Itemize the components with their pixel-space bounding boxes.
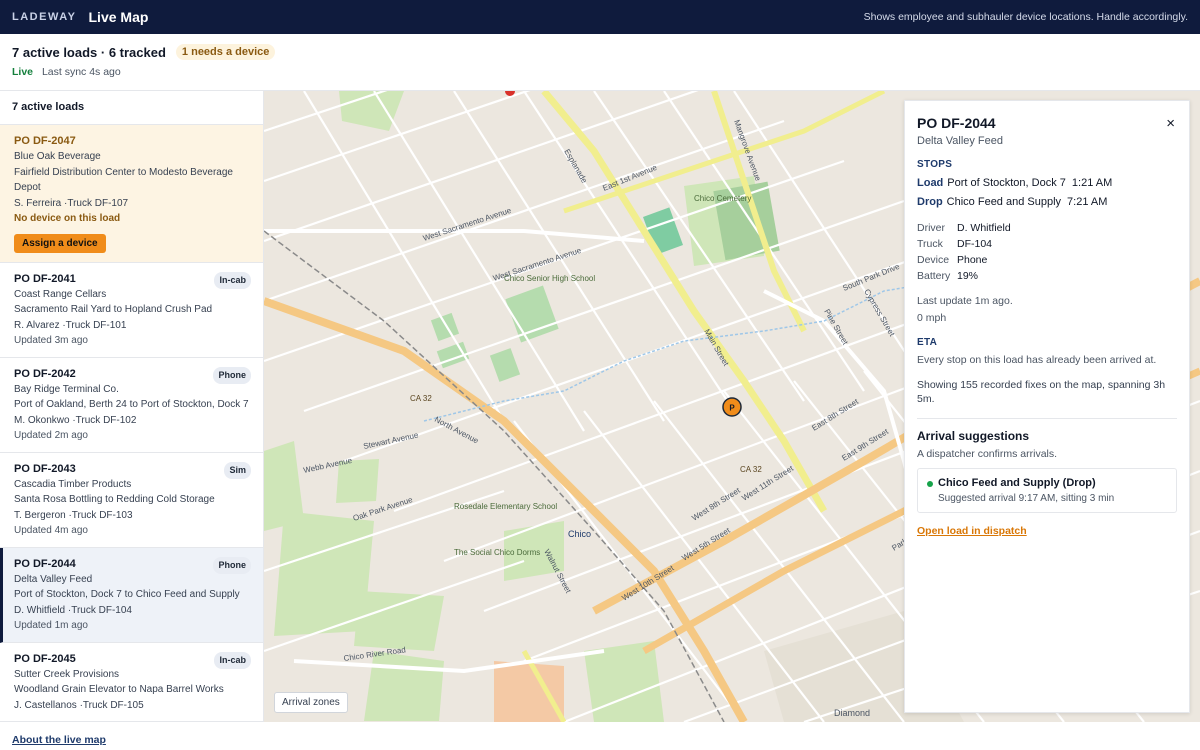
load-po: PO DF-2043 <box>14 462 76 475</box>
loads-summary: 7 active loads · 6 tracked <box>12 44 166 60</box>
load-updated: Updated 2m ago <box>14 430 88 441</box>
fixes-text: Showing 155 recorded fixes on the map, s… <box>917 379 1166 405</box>
suggestion-detail: Suggested arrival 9:17 AM, sitting 3 min <box>938 493 1115 504</box>
driver-value: D. Whitfield <box>957 222 1011 234</box>
stop-kind: Load <box>917 177 944 189</box>
load-crew: S. Ferreira ·Truck DF-107 <box>14 197 129 209</box>
app-title: Live Map <box>88 9 149 25</box>
load-card-df-2047[interactable]: PO DF-2047 Blue Oak Beverage Fairfield D… <box>0 125 263 263</box>
detail-po: PO DF-2044 <box>917 115 996 131</box>
battery-value: 19% <box>957 270 979 282</box>
label-ca32-east: CA 32 <box>740 465 762 474</box>
load-customer: Cascadia Timber Products <box>14 478 132 490</box>
device-tag: Phone <box>213 556 251 574</box>
stop-place: Port of Stockton, Dock 7 <box>947 177 1066 189</box>
stop-load: Load Port of Stockton, Dock 7 1:21 AM <box>917 177 1177 189</box>
live-indicator: Live <box>12 66 34 78</box>
open-load-link[interactable]: Open load in dispatch <box>917 525 1027 537</box>
stop-kind: Drop <box>917 196 943 208</box>
assign-device-button[interactable]: Assign a device <box>14 233 106 253</box>
load-route: Port of Stockton, Dock 7 to Chico Feed a… <box>14 589 240 600</box>
last-sync: Last sync 4s ago <box>41 66 121 78</box>
last-update-text: Last update 1m ago. <box>917 295 1013 307</box>
load-po: PO DF-2047 <box>14 135 76 147</box>
no-device-warning: No device on this load <box>14 213 121 224</box>
load-crew: M. Okonkwo ·Truck DF-102 <box>14 414 137 426</box>
arrival-suggestion[interactable]: Chico Feed and Supply (Drop) Suggested a… <box>917 468 1177 513</box>
load-card-df-2041[interactable]: In-cab PO DF-2041 Coast Range Cellars Sa… <box>0 263 263 358</box>
device-tag: In-cab <box>214 651 251 669</box>
arrival-zones-button[interactable]: Arrival zones <box>274 692 348 713</box>
load-customer: Coast Range Cellars <box>14 288 107 300</box>
divider <box>917 418 1177 419</box>
load-card-df-2045[interactable]: In-cab PO DF-2045 Sutter Creek Provision… <box>0 643 263 722</box>
top-bar: LADEWAY Live Map Shows employee and subh… <box>0 0 1200 34</box>
truck-marker[interactable]: P <box>722 397 742 417</box>
status-dot-icon <box>927 481 933 487</box>
truck-key: Truck <box>917 238 943 250</box>
arrival-subtitle: A dispatcher confirms arrivals. <box>917 448 1058 460</box>
needs-device-badge[interactable]: 1 needs a device <box>175 44 276 60</box>
load-card-df-2044[interactable]: Phone PO DF-2044 Delta Valley Feed Port … <box>0 547 263 643</box>
load-customer: Sutter Creek Provisions <box>14 668 120 680</box>
privacy-note: Shows employee and subhauler device loca… <box>863 11 1188 23</box>
eta-text: Every stop on this load has already been… <box>917 354 1157 366</box>
label-dorm: The Social Chico Dorms <box>454 548 540 557</box>
stop-time: 7:21 AM <box>1067 196 1108 208</box>
device-tag: Phone <box>213 366 251 384</box>
load-crew: J. Castellanos ·Truck DF-105 <box>14 699 144 711</box>
load-route: Woodland Grain Elevator to Napa Barrel W… <box>14 684 224 695</box>
device-value: Phone <box>957 254 988 266</box>
load-route: Santa Rosa Bottling to Redding Cold Stor… <box>14 494 215 505</box>
driver-info: Driver D. Whitfield Truck DF-104 Device Pho… <box>917 222 1177 282</box>
truck-marker-label: P <box>729 404 735 413</box>
load-customer: Bay Ridge Terminal Co. <box>14 383 119 395</box>
detail-customer: Delta Valley Feed <box>917 135 1004 147</box>
label-ca32-west: CA 32 <box>410 394 432 403</box>
commercial-area <box>494 661 564 722</box>
last-update: Last update 1m ago. 0 mph <box>917 294 1177 325</box>
close-icon[interactable]: × <box>1166 115 1175 132</box>
load-detail-panel: × PO DF-2044 Delta Valley Feed STOPS Loa… <box>904 100 1190 713</box>
about-live-map-link[interactable]: About the live map <box>12 734 106 746</box>
suggestion-name: Chico Feed and Supply (Drop) <box>938 477 1096 489</box>
eta-label: ETA <box>917 337 938 348</box>
load-route: Fairfield Distribution Center to Modesto… <box>14 166 233 194</box>
load-crew: T. Bergeron ·Truck DF-103 <box>14 509 133 521</box>
label-cemetery: Chico Cemetery <box>694 194 751 203</box>
load-list-header: 7 active loads <box>0 91 263 125</box>
stop-drop: Drop Chico Feed and Supply 7:21 AM <box>917 196 1177 208</box>
stop-time: 1:21 AM <box>1071 177 1113 189</box>
label-elementary: Rosedale Elementary School <box>454 502 557 511</box>
summary-header: 7 active loads · 6 tracked 1 needs a dev… <box>0 34 1200 91</box>
truck-value: DF-104 <box>957 238 993 250</box>
battery-key: Battery <box>917 270 951 282</box>
load-list-sidebar[interactable]: 7 active loads PO DF-2047 Blue Oak Bever… <box>0 91 264 722</box>
speed-text: 0 mph <box>917 312 947 324</box>
label-diamond: Diamond <box>834 708 870 718</box>
load-customer: Blue Oak Beverage <box>14 151 101 162</box>
load-updated: Updated 4m ago <box>14 525 88 536</box>
stops-label: STOPS <box>917 159 953 170</box>
load-card-df-2043[interactable]: Sim PO DF-2043 Cascadia Timber Products … <box>0 453 263 548</box>
load-updated: Updated 3m ago <box>14 335 88 346</box>
label-city: Chico <box>568 529 591 539</box>
load-crew: D. Whitfield ·Truck DF-104 <box>14 604 132 616</box>
device-key: Device <box>917 254 950 266</box>
load-crew: R. Alvarez ·Truck DF-101 <box>14 319 127 331</box>
load-route: Sacramento Rail Yard to Hopland Crush Pa… <box>14 304 213 315</box>
brand-logo[interactable]: LADEWAY <box>12 11 77 23</box>
driver-key: Driver <box>917 222 945 234</box>
footer: About the live map <box>0 722 1200 750</box>
load-customer: Delta Valley Feed <box>14 573 93 585</box>
device-tag: Sim <box>224 461 251 479</box>
load-route: Port of Oakland, Berth 24 to Port of Sto… <box>14 399 249 410</box>
arrival-title: Arrival suggestions <box>917 429 1030 443</box>
load-card-df-2042[interactable]: Phone PO DF-2042 Bay Ridge Terminal Co. … <box>0 358 263 453</box>
device-tag: In-cab <box>214 271 251 289</box>
load-updated: Updated 1m ago <box>14 620 88 631</box>
stop-place: Chico Feed and Supply <box>946 196 1062 208</box>
